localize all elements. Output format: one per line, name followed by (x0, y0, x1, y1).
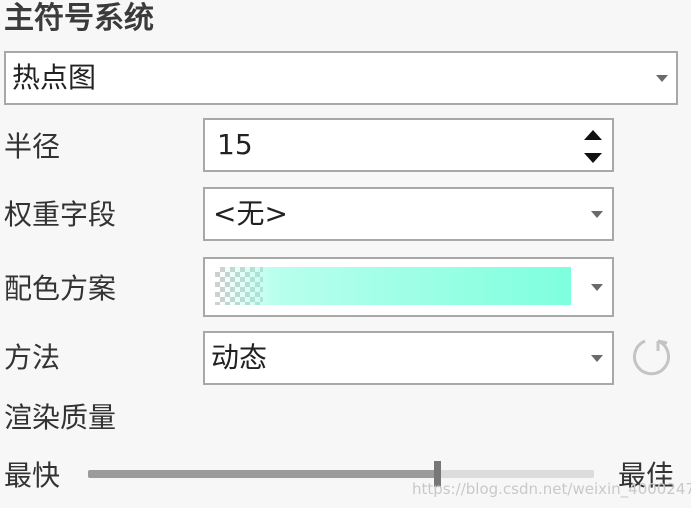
color-scheme-label: 配色方案 (4, 272, 117, 305)
symbology-type-dropdown[interactable]: 热点图 (4, 51, 678, 105)
watermark-text: https://blog.csdn.net/weixin_40002470 (412, 480, 691, 498)
weight-field-dropdown[interactable]: <无> (203, 187, 614, 241)
method-dropdown[interactable]: 动态 (203, 331, 614, 385)
method-value: 动态 (211, 341, 268, 374)
chevron-down-icon (591, 284, 603, 291)
section-title: 主符号系统 (4, 1, 154, 36)
radius-label: 半径 (4, 130, 61, 163)
chevron-down-icon (591, 211, 603, 218)
render-quality-label: 渲染质量 (4, 401, 117, 434)
method-label: 方法 (4, 341, 61, 374)
slider-fill (88, 470, 437, 478)
chevron-down-icon (656, 75, 668, 82)
increment-icon[interactable] (584, 130, 602, 140)
color-scheme-dropdown[interactable] (203, 257, 614, 317)
weight-field-value: <无> (213, 197, 288, 230)
refresh-icon[interactable] (630, 335, 674, 379)
radius-stepper[interactable]: 15 (203, 118, 614, 172)
slider-min-label: 最快 (4, 459, 61, 492)
color-ramp (215, 267, 571, 305)
chevron-down-icon (591, 355, 603, 362)
decrement-icon[interactable] (584, 153, 602, 163)
weight-field-label: 权重字段 (4, 198, 117, 231)
radius-value: 15 (217, 128, 253, 161)
color-ramp-preview (215, 267, 571, 305)
render-quality-slider[interactable] (88, 461, 594, 487)
symbology-type-value: 热点图 (12, 61, 97, 94)
